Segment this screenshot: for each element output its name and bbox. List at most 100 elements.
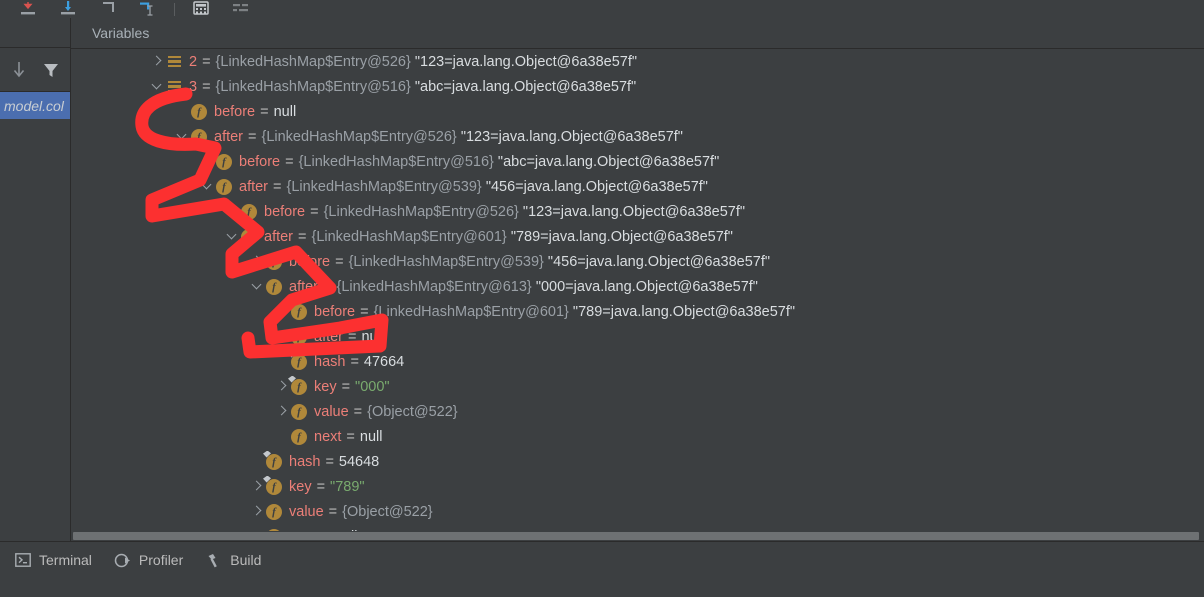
chevron-down-icon[interactable] [149, 74, 166, 99]
chevron-right-icon[interactable] [249, 474, 266, 499]
tree-row[interactable]: f before = null [71, 99, 1204, 124]
variable-value: "123=java.lang.Object@6a38e57f" [414, 53, 638, 70]
array-entry-icon [166, 79, 182, 95]
field-icon: f [266, 253, 282, 270]
object-reference: {LinkedHashMap$Entry@516} [215, 78, 411, 95]
equals-sign: = [353, 403, 363, 420]
profiler-icon [114, 552, 132, 568]
step-into-icon[interactable] [48, 0, 88, 18]
frame-chip-label: model.col [4, 97, 64, 114]
variables-tab-label: Variables [92, 25, 150, 41]
chevron-right-icon[interactable] [274, 399, 291, 424]
field-icon: f [266, 503, 282, 520]
field-icon: f [291, 303, 307, 320]
tree-row[interactable]: f after = {LinkedHashMap$Entry@613} "000=ja… [71, 274, 1204, 299]
equals-sign: = [323, 278, 332, 295]
equals-sign: = [348, 328, 357, 345]
filter-icon[interactable] [42, 60, 60, 80]
equals-sign: = [202, 53, 211, 70]
chevron-right-icon[interactable] [149, 49, 166, 74]
object-reference: {LinkedHashMap$Entry@526} [323, 203, 519, 220]
layout-settings-icon[interactable] [221, 0, 261, 18]
chevron-down-icon[interactable] [249, 274, 266, 299]
object-reference: {LinkedHashMap$Entry@601} [311, 228, 507, 245]
terminal-icon [14, 552, 32, 568]
field-icon: f [191, 103, 207, 120]
chevron-right-icon[interactable] [224, 199, 241, 224]
object-reference: {LinkedHashMap$Entry@526} [261, 128, 457, 145]
variables-tab[interactable]: Variables [71, 18, 1204, 49]
chevron-down-icon[interactable] [224, 224, 241, 249]
tree-row[interactable]: 3 = {LinkedHashMap$Entry@516} "abc=java.la… [71, 74, 1204, 99]
tree-row[interactable]: f after = {LinkedHashMap$Entry@526} "123=ja… [71, 124, 1204, 149]
equals-sign: = [316, 478, 326, 495]
variable-name: after [289, 278, 319, 295]
chevron-right-icon[interactable] [274, 299, 291, 324]
tree-row[interactable]: f after = null [71, 324, 1204, 349]
field-icon: f [216, 178, 232, 195]
variable-name: 2 [189, 53, 198, 70]
horizontal-scrollbar[interactable] [71, 531, 1204, 541]
object-reference: {LinkedHashMap$Entry@539} [348, 253, 544, 270]
variable-name: value [289, 503, 324, 520]
status-item-profiler[interactable]: Profiler [114, 552, 183, 568]
variable-name: before [264, 203, 306, 220]
evaluate-expression-icon[interactable] [181, 0, 221, 18]
variable-name: next [314, 428, 342, 445]
run-to-cursor-icon[interactable] [128, 0, 168, 18]
chevron-down-icon[interactable] [174, 124, 191, 149]
tree-row[interactable]: f hash = 54648 [71, 449, 1204, 474]
variable-value: "123=java.lang.Object@6a38e57f" [522, 203, 746, 220]
toolbar-separator [174, 3, 175, 16]
tree-row[interactable]: f hash = 47664 [71, 349, 1204, 374]
step-over-icon[interactable] [8, 0, 48, 18]
equals-sign: = [341, 378, 351, 395]
tree-row[interactable]: f key = "000" [71, 374, 1204, 399]
variables-tree[interactable]: 2 = {LinkedHashMap$Entry@526} "123=java.la… [71, 49, 1204, 541]
tree-row[interactable]: f before = {LinkedHashMap$Entry@516} "abc=j… [71, 149, 1204, 174]
tree-row[interactable]: 2 = {LinkedHashMap$Entry@526} "123=java.la… [71, 49, 1204, 74]
tree-row[interactable]: f value = {Object@522} [71, 399, 1204, 424]
object-reference: {Object@522} [342, 503, 433, 520]
tree-row[interactable]: f value = {Object@522} [71, 499, 1204, 524]
tree-row[interactable]: f before = {LinkedHashMap$Entry@601} "789=j… [71, 299, 1204, 324]
chevron-right-icon[interactable] [249, 499, 266, 524]
status-item-build[interactable]: Build [205, 552, 261, 568]
equals-sign: = [260, 103, 269, 120]
variable-name: after [239, 178, 269, 195]
variable-value: "789=java.lang.Object@6a38e57f" [572, 303, 796, 320]
tree-row[interactable]: f before = {LinkedHashMap$Entry@526} "123=j… [71, 199, 1204, 224]
equals-sign: = [273, 178, 282, 195]
equals-sign: = [298, 228, 307, 245]
equals-sign: = [335, 253, 344, 270]
tree-row[interactable]: fnext=null [71, 424, 1204, 449]
chevron-right-icon[interactable] [249, 249, 266, 274]
field-icon: f [241, 228, 257, 245]
frame-chip[interactable]: model.col [0, 92, 70, 119]
equals-sign: = [325, 453, 334, 470]
final-field-icon: f [291, 353, 307, 370]
tree-row[interactable]: f after = {LinkedHashMap$Entry@539} "456=ja… [71, 174, 1204, 199]
chevron-right-icon[interactable] [274, 374, 291, 399]
arrow-down-icon[interactable] [10, 60, 28, 80]
equals-sign: = [346, 428, 355, 445]
variable-value: "789=java.lang.Object@6a38e57f" [510, 228, 733, 245]
tree-row[interactable]: f before = {LinkedHashMap$Entry@539} "456=j… [71, 249, 1204, 274]
left-rail: model.col [0, 18, 71, 541]
variable-value: null [361, 328, 385, 345]
object-reference: {LinkedHashMap$Entry@526} [215, 53, 411, 70]
step-out-icon[interactable] [88, 0, 128, 18]
object-reference: {LinkedHashMap$Entry@516} [298, 153, 494, 170]
status-item-label: Terminal [39, 552, 92, 568]
variable-value: null [273, 103, 297, 120]
tree-row[interactable]: f after = {LinkedHashMap$Entry@601} "789=ja… [71, 224, 1204, 249]
equals-sign: = [285, 153, 294, 170]
scrollbar-thumb[interactable] [73, 532, 1199, 540]
status-item-label: Profiler [138, 552, 184, 568]
variable-name: key [289, 478, 312, 495]
equals-sign: = [202, 78, 211, 95]
tree-row[interactable]: f key = "789" [71, 474, 1204, 499]
chevron-down-icon[interactable] [199, 174, 216, 199]
status-item-terminal[interactable]: Terminal [14, 552, 92, 568]
